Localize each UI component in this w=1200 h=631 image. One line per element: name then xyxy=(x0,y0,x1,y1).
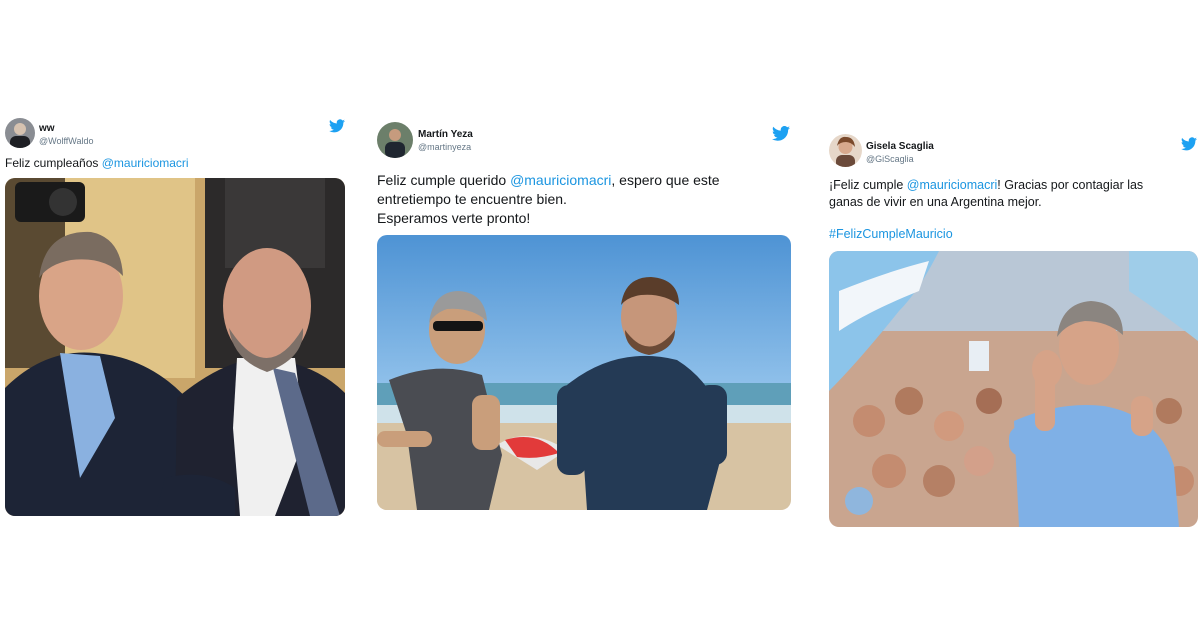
author-name[interactable]: ww xyxy=(39,122,94,135)
tweet-text-line-1: Feliz cumple querido @mauriciomacri, esp… xyxy=(377,171,791,190)
tweet-text-line-2: entretiempo te encuentre bien. xyxy=(377,191,567,207)
hashtag-link[interactable]: #FelizCumpleMauricio xyxy=(829,226,1198,243)
tweet-text-part: Feliz cumpleaños xyxy=(5,156,102,170)
tweet-text: Feliz cumple querido @mauriciomacri, esp… xyxy=(377,171,791,228)
mention-link[interactable]: @mauriciomacri xyxy=(907,178,997,192)
tweet-photo[interactable] xyxy=(5,178,345,516)
avatar[interactable] xyxy=(377,122,413,158)
author-name[interactable]: Gisela Scaglia xyxy=(866,140,934,153)
author-name[interactable]: Martín Yeza xyxy=(418,128,473,141)
tweet-card-1[interactable]: ww @WolffWaldo Feliz cumpleaños @maurici… xyxy=(5,116,345,520)
tweet-text-line-3: Esperamos verte pronto! xyxy=(377,210,531,226)
tweet-text-part: ! Gracias por contagiar las xyxy=(997,178,1144,192)
author-handle[interactable]: @WolffWaldo xyxy=(39,135,94,147)
tweet-card-2[interactable]: Martín Yeza @martinyeza Feliz cumple que… xyxy=(377,122,791,514)
twitter-bird-icon[interactable] xyxy=(1181,137,1197,151)
tweet-text-line-2: ganas de vivir en una Argentina mejor. xyxy=(829,195,1042,209)
author-handle[interactable]: @martinyeza xyxy=(418,141,473,153)
avatar[interactable] xyxy=(5,118,35,148)
tweet-photo[interactable] xyxy=(377,235,791,510)
author-handle[interactable]: @GiScaglia xyxy=(866,153,934,165)
tweet-card-3[interactable]: Gisela Scaglia @GiScaglia ¡Feliz cumple … xyxy=(829,134,1198,530)
tweet-text-part: Feliz cumple querido xyxy=(377,172,511,188)
mention-link[interactable]: @mauriciomacri xyxy=(102,156,189,170)
twitter-bird-icon[interactable] xyxy=(329,119,345,133)
mention-link[interactable]: @mauriciomacri xyxy=(510,172,611,188)
twitter-bird-icon[interactable] xyxy=(772,126,790,141)
avatar[interactable] xyxy=(829,134,862,167)
tweet-photo[interactable] xyxy=(829,251,1198,527)
tweet-text: Feliz cumpleaños @mauriciomacri xyxy=(5,156,345,171)
tweet-text-part: , espero que este xyxy=(611,172,720,188)
tweet-text-line-1: ¡Feliz cumple @mauriciomacri! Gracias po… xyxy=(829,177,1198,194)
tweet-text-part: ¡Feliz cumple xyxy=(829,178,907,192)
tweet-text: ¡Feliz cumple @mauriciomacri! Gracias po… xyxy=(829,177,1198,243)
